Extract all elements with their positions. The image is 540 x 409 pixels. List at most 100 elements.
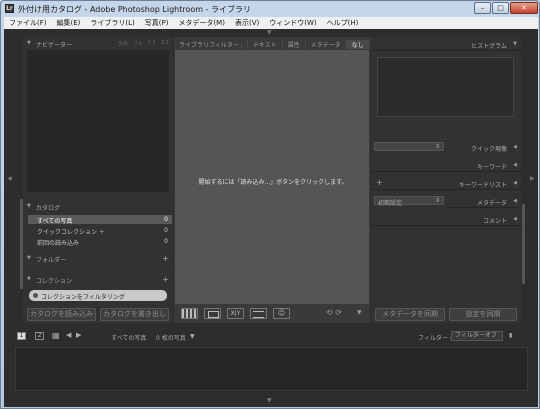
menu-library[interactable]: ライブラリ(L) [85,18,139,28]
left-panel-toggle-icon[interactable]: ◀ [7,175,12,182]
catalog-header[interactable]: ▼ カタログ [23,200,173,212]
import-catalog-button[interactable]: カタログを読み込み [27,308,96,321]
navigator-header[interactable]: ▼ ナビゲーター 全体 フル 1:1 3:1 [23,37,173,49]
left-panel: ▼ ナビゲーター 全体 フル 1:1 3:1 ▼ カタログ すべての写真 0 ク… [23,37,173,323]
back-arrow-icon[interactable]: ◀ [66,331,71,339]
zoom-3-1-option[interactable]: 3:1 [161,40,169,47]
export-catalog-button[interactable]: カタログを書き出し [100,308,169,321]
main-screen-button[interactable]: 1 [17,332,26,340]
right-panel-scrollbar[interactable] [522,204,525,284]
expand-triangle-icon: ◀ [513,162,517,168]
search-icon [33,293,38,298]
minimize-button[interactable]: – [474,2,491,14]
grid-view: ライブラリフィルター : テキスト 属性 メタデータ なし 開始するには「読み込… [174,37,371,323]
navigator-preview [27,50,169,192]
histogram-title: ヒストグラム [471,43,507,50]
histogram-header[interactable]: ヒストグラム ▼ [371,37,521,51]
filter-collections-field[interactable]: コレクションをフィルタリング [29,290,167,301]
top-panel-toggle-icon[interactable]: ▼ [267,29,272,36]
keywording-header[interactable]: キーワード ◀ [371,158,521,172]
menu-file[interactable]: ファイル(F) [4,18,52,28]
expand-triangle-icon: ◀ [513,180,517,186]
grid-icon[interactable]: ▦ [52,331,60,340]
navigator-zoom-options: 全体 フル 1:1 3:1 [118,40,169,47]
add-keyword-icon[interactable]: + [376,178,383,187]
filter-select[interactable]: フィルターオフ [451,331,503,341]
sync-metadata-button[interactable]: メタデータを同期 [375,308,445,321]
rotate-icon[interactable]: ⟲ ⟳ [326,308,342,317]
menu-help[interactable]: ヘルプ(H) [322,18,364,28]
filter-tab-attribute[interactable]: 属性 [281,39,305,49]
loupe-view-icon[interactable] [204,308,221,319]
lightroom-app-icon: Lr [5,4,14,13]
collections-title: コレクション [36,278,73,285]
catalog-item-quick-collection[interactable]: クイックコレクション ＋ 0 [28,226,172,236]
zoom-fill-option[interactable]: フル [133,40,143,47]
source-chevron-down-icon[interactable]: ▼ [190,333,195,340]
folders-header[interactable]: ▼ フォルダー + [23,252,173,264]
catalog-item-label: すべての写真 [37,218,73,225]
maximize-button[interactable]: □ [492,2,509,14]
menu-edit[interactable]: 編集(E) [52,18,86,28]
keyword-list-header[interactable]: + キーワードリスト ◀ [371,176,521,190]
navigator-title: ナビゲーター [36,42,73,49]
filter-lock-icon[interactable]: ▮ [509,332,512,339]
keywording-title: キーワード [476,164,507,171]
filmstrip-source[interactable]: すべての写真 [111,333,146,342]
quick-develop-title: クイック現像 [470,146,507,153]
people-view-icon[interactable]: ☺ [273,308,290,319]
filmstrip-thumbnails [15,347,528,391]
catalog-item-previous-import[interactable]: 前回の読み込み 0 [28,237,172,247]
grid-view-icon[interactable] [181,308,198,319]
collections-header[interactable]: ▼ コレクション + [23,273,173,285]
filter-tab-text[interactable]: テキスト [246,39,282,49]
menu-window[interactable]: ウィンドウ(W) [264,18,321,28]
comments-header[interactable]: コメント ◀ [371,212,521,226]
metadata-header[interactable]: メタデータ ◀ [447,194,521,208]
title-bar: Lr 外付け用カタログ - Adobe Photoshop Lightroom … [1,1,540,17]
catalog-item-label: 前回の読み込み [37,240,80,247]
folders-title: フォルダー [36,257,67,264]
catalog-item-count: 0 [164,227,168,234]
compare-view-icon[interactable]: X|Y [227,308,244,319]
survey-view-icon[interactable] [250,308,267,319]
catalog-item-label: クイックコレクション ＋ [37,229,105,236]
collapse-triangle-icon: ▼ [27,40,31,46]
catalog-item-all-photos[interactable]: すべての写真 0 [28,215,172,225]
chevron-down-icon: ⇕ [434,143,440,150]
sync-settings-button[interactable]: 設定を同期 [449,308,517,321]
right-panel: ヒストグラム ▼ ⇕ クイック現像 ◀ キーワード ◀ + キーワードリスト ◀… [371,37,521,323]
left-panel-scrollbar[interactable] [20,199,23,289]
forward-arrow-icon[interactable]: ▶ [76,331,81,339]
window-controls: – □ ✕ [474,2,538,14]
comments-title: コメント [482,218,507,225]
zoom-1-1-option[interactable]: 1:1 [148,40,156,47]
menu-metadata[interactable]: メタデータ(M) [173,18,230,28]
filmstrip-bar: 1 2 ▦ ◀ ▶ すべての写真 0 枚の写真 ▼ フィルター : フィルターオ… [4,329,538,344]
filter-tab-none[interactable]: なし [345,39,369,49]
filter-tab-metadata[interactable]: メタデータ [304,39,346,49]
zoom-fit-option[interactable]: 全体 [118,40,128,47]
right-panel-toggle-icon[interactable]: ▶ [530,175,535,182]
collapse-triangle-icon: ▼ [27,255,31,261]
metadata-title: メタデータ [476,200,507,207]
bottom-panel-toggle-icon[interactable]: ▼ [267,397,272,404]
quick-develop-header[interactable]: クイック現像 ◀ [447,140,521,154]
menu-photo[interactable]: 写真(P) [140,18,174,28]
close-button[interactable]: ✕ [510,2,538,14]
photo-count: 0 枚の写真 [156,335,186,342]
saved-preset-select[interactable]: ⇕ [374,142,444,151]
add-collection-icon[interactable]: + [162,275,169,284]
menu-bar: ファイル(F) 編集(E) ライブラリ(L) 写真(P) メタデータ(M) 表示… [4,17,538,29]
metadata-preset-select[interactable]: 初期設定 ⇕ [374,196,444,207]
catalog-item-count: 0 [164,238,168,245]
filter-label: フィルター : [418,335,452,342]
add-folder-icon[interactable]: + [162,254,169,263]
collapse-triangle-icon: ▼ [27,276,31,282]
toolbar-menu-icon[interactable]: ▼ [357,309,362,316]
catalog-item-count: 0 [164,216,168,223]
menu-view[interactable]: 表示(V) [230,18,264,28]
second-screen-button[interactable]: 2 [35,332,44,340]
collapse-triangle-icon: ▼ [513,41,517,47]
chevron-down-icon: ⇕ [434,197,440,204]
